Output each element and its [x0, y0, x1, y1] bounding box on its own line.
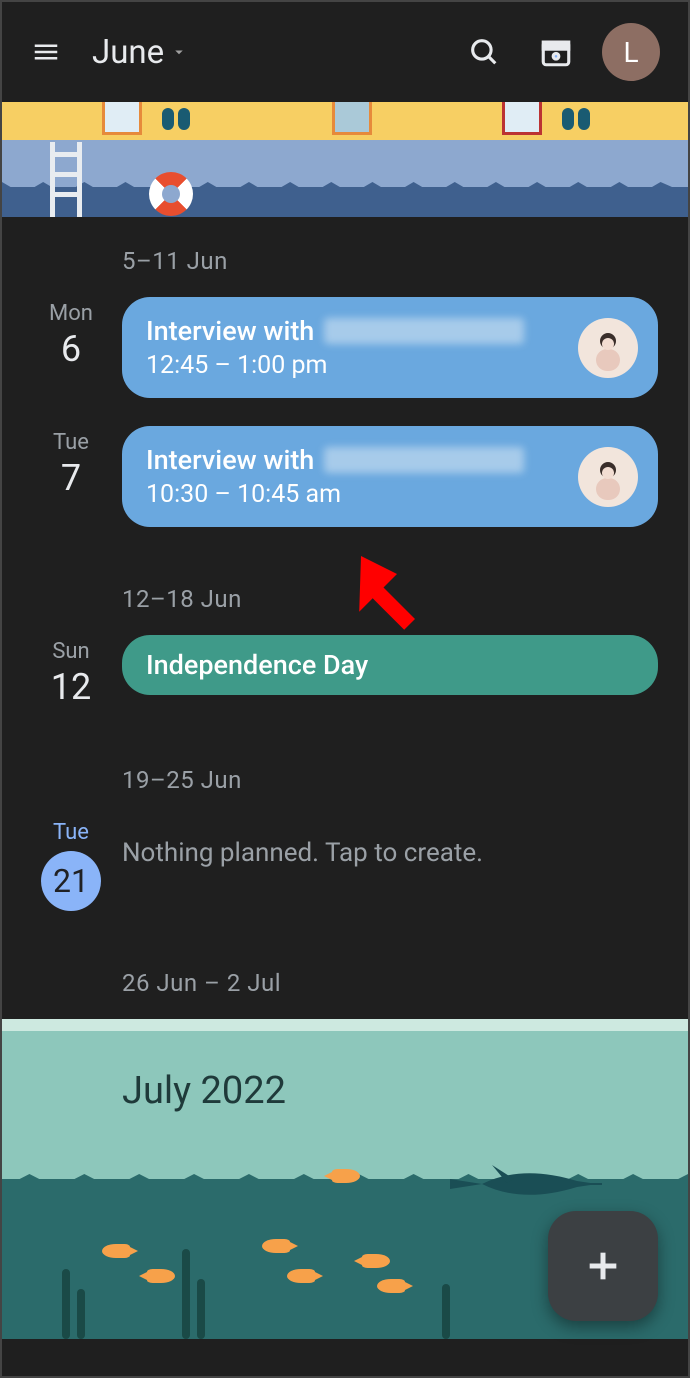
- dropdown-icon: [170, 43, 188, 61]
- attendee-avatar: [578, 447, 638, 507]
- day-row-mon-6: Mon 6 Interview with 12:45 – 1:00 pm: [2, 297, 688, 426]
- day-row-tue-21: Tue 21 Nothing planned. Tap to create.: [2, 816, 688, 939]
- day-row-tue-7: Tue 7 Interview with 10:30 – 10:45 am: [2, 426, 688, 555]
- search-icon[interactable]: [454, 22, 514, 82]
- month-selector[interactable]: June: [92, 33, 188, 72]
- june-month-banner: [2, 102, 688, 217]
- event-independence-day[interactable]: Independence Day: [122, 635, 658, 695]
- app-header: June L: [2, 2, 688, 102]
- date-indicator[interactable]: Tue 7: [32, 426, 110, 499]
- redacted-name: [324, 447, 524, 473]
- create-event-fab[interactable]: [548, 1211, 658, 1321]
- date-indicator[interactable]: Mon 6: [32, 297, 110, 370]
- event-time: 10:30 – 10:45 am: [146, 480, 566, 509]
- plus-icon: [583, 1246, 623, 1286]
- date-indicator[interactable]: Sun 12: [32, 635, 110, 708]
- day-row-sun-12: Sun 12 Independence Day: [2, 635, 688, 736]
- week-range-label: 19–25 Jun: [2, 736, 688, 816]
- week-range-label: 26 Jun – 2 Jul: [2, 939, 688, 1019]
- swordfish-icon: [442, 1159, 602, 1209]
- event-interview-2[interactable]: Interview with 10:30 – 10:45 am: [122, 426, 658, 527]
- empty-day-prompt[interactable]: Nothing planned. Tap to create.: [122, 816, 658, 868]
- date-indicator-today[interactable]: Tue 21: [32, 816, 110, 911]
- event-interview-1[interactable]: Interview with 12:45 – 1:00 pm: [122, 297, 658, 398]
- week-range-label: 12–18 Jun: [2, 555, 688, 635]
- redacted-name: [324, 318, 524, 344]
- attendee-avatar: [578, 318, 638, 378]
- next-month-label: July 2022: [122, 1069, 286, 1113]
- menu-icon[interactable]: [16, 22, 76, 82]
- month-label: June: [92, 33, 164, 72]
- today-icon[interactable]: [526, 22, 586, 82]
- event-time: 12:45 – 1:00 pm: [146, 351, 566, 380]
- avatar-initial: L: [623, 36, 638, 69]
- event-title: Independence Day: [146, 649, 368, 681]
- lifesaver-icon: [149, 172, 193, 216]
- week-range-label: 5–11 Jun: [2, 217, 688, 297]
- account-avatar[interactable]: L: [602, 23, 660, 81]
- event-title-prefix: Interview with: [146, 444, 314, 476]
- event-title-prefix: Interview with: [146, 315, 314, 347]
